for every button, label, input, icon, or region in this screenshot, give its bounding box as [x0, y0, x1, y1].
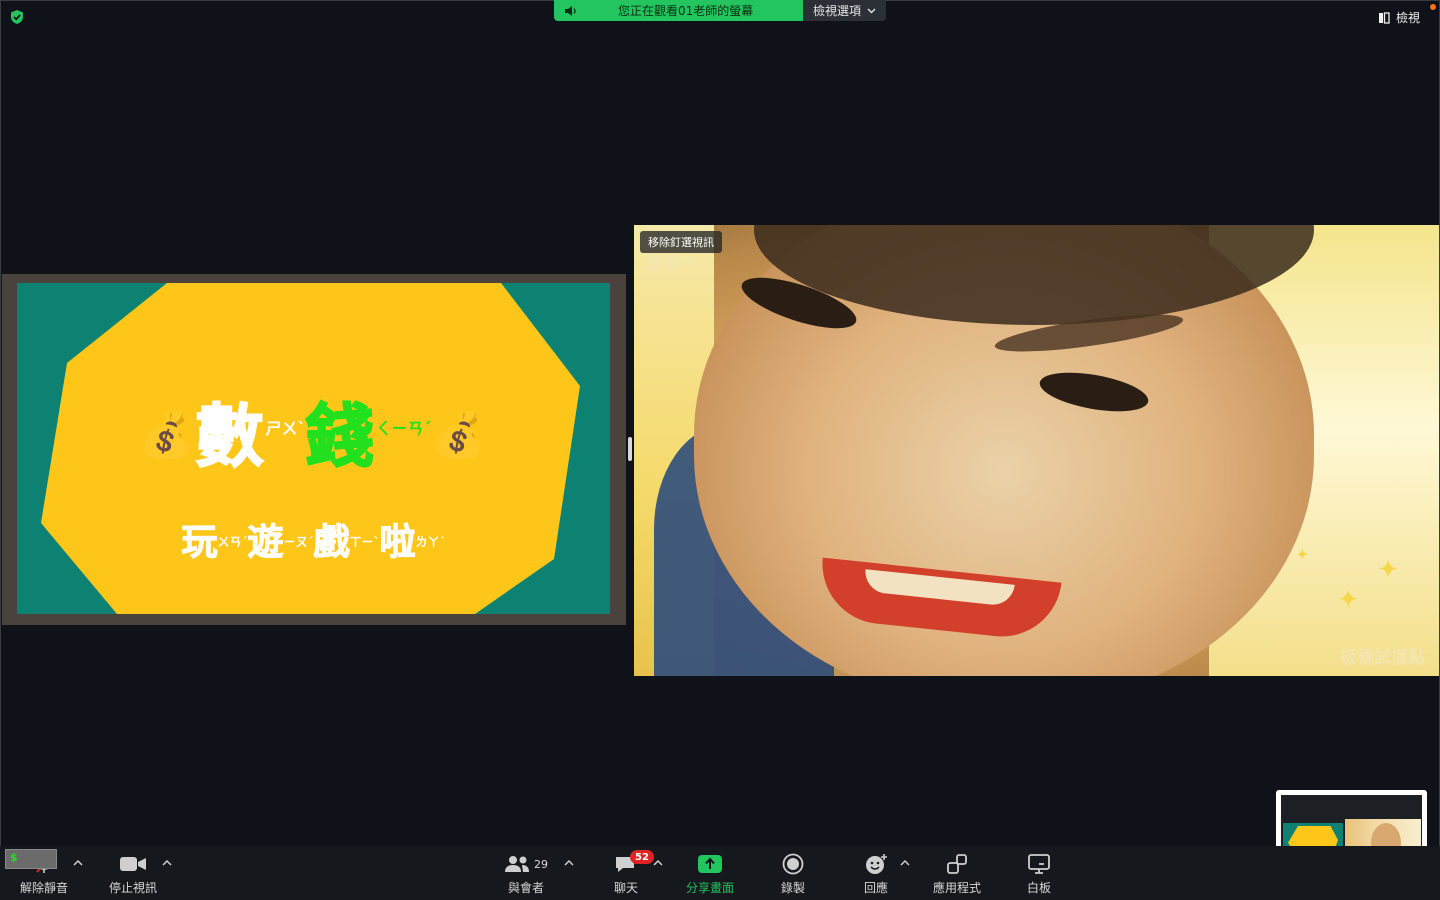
viewing-screen-text: 您正在觀看01老師的螢幕: [618, 4, 754, 18]
title-char-money: 錢: [304, 397, 376, 478]
sparkle-icon: ✦: [1337, 585, 1359, 615]
participants-count: 29: [534, 857, 548, 871]
subtitle-char: 啦: [379, 522, 416, 564]
sparkle-icon: ✦: [1295, 545, 1309, 564]
chevron-up-icon[interactable]: [899, 858, 911, 868]
reactions-button[interactable]: 回應: [864, 852, 888, 896]
stop-video-label: 停止視訊: [109, 881, 158, 895]
subtitle-char: 玩: [181, 522, 218, 564]
speaker-icon: [565, 5, 576, 16]
apps-button[interactable]: 應用程式: [933, 852, 981, 896]
view-layout-icon: [1378, 11, 1390, 24]
record-button[interactable]: 錄製: [781, 852, 805, 896]
video-camera-icon: [120, 857, 146, 871]
chevron-up-icon[interactable]: [161, 858, 173, 868]
screen-share-banner: 您正在觀看01老師的螢幕 檢視選項: [554, 0, 886, 21]
participants-label: 與會者: [507, 881, 544, 895]
sparkle-icon: ✦: [1377, 555, 1399, 585]
view-button[interactable]: 檢視: [1378, 9, 1420, 26]
money-bag-icon: 💰: [431, 410, 489, 461]
slide: 💰數ㄕㄨˋ錢ㄑㄧㄢˊ💰 玩ㄨㄢˊ遊ㄧㄡˊ戲ㄒㄧˋ啦ㄌㄚ˙: [17, 283, 610, 614]
chevron-up-icon[interactable]: [72, 858, 84, 868]
dollar-icon: $: [10, 851, 18, 864]
notification-dot: [1430, 4, 1436, 10]
subtitle-char: 戲: [313, 522, 350, 564]
chevron-up-icon[interactable]: [563, 858, 575, 868]
subtitle-ruby: ㄧㄡˊ: [283, 535, 314, 549]
unpin-video-button[interactable]: 移除釘選視訊: [640, 231, 722, 253]
chevron-up-icon[interactable]: [652, 858, 664, 868]
chevron-down-icon: [867, 8, 876, 13]
stop-video-button[interactable]: 停止視訊: [109, 852, 157, 896]
title-ruby-money: ㄑㄧㄢˊ: [375, 419, 432, 438]
video-watermark: 板橋試播點: [1340, 648, 1425, 668]
view-label: 檢視: [1395, 11, 1420, 25]
subtitle-ruby: ㄨㄢˊ: [217, 535, 248, 549]
view-options-button[interactable]: 檢視選項: [803, 0, 886, 21]
smiley-plus-icon: [866, 854, 887, 874]
whiteboard-label: 白板: [1027, 881, 1052, 895]
split-view-drag-handle[interactable]: [628, 437, 632, 461]
pinned-video[interactable]: 板橋大 ✦ ✦ ✦ 移除釘選視訊 板橋試播點: [634, 225, 1439, 676]
record-icon: [782, 853, 804, 875]
meeting-toolbar: 解除靜音 停止視訊 29 與會者 聊天 52 分享畫面 錄製 回應 應用程式 白…: [0, 846, 1440, 900]
participants-button[interactable]: 29 與會者: [504, 852, 548, 896]
record-label: 錄製: [781, 881, 806, 895]
share-screen-icon: [698, 855, 722, 873]
chat-label: 聊天: [614, 881, 639, 895]
subtitle-ruby: ㄌㄚ˙: [415, 535, 446, 549]
participants-icon: [505, 856, 529, 872]
apps-icon: [947, 854, 967, 874]
title-char-count: 數: [194, 397, 266, 478]
title-ruby-count: ㄕㄨˋ: [265, 419, 306, 438]
security-shield-icon[interactable]: [9, 9, 25, 25]
whiteboard-button[interactable]: 白板: [1027, 852, 1051, 896]
unmute-label: 解除靜音: [20, 881, 69, 895]
slide-subtitle: 玩ㄨㄢˊ遊ㄧㄡˊ戲ㄒㄧˋ啦ㄌㄚ˙: [17, 513, 610, 565]
subtitle-char: 遊: [247, 522, 284, 564]
share-screen-label: 分享畫面: [686, 881, 735, 895]
subtitle-ruby: ㄒㄧˋ: [349, 535, 380, 549]
apps-label: 應用程式: [933, 881, 982, 895]
shared-screen: 💰數ㄕㄨˋ錢ㄑㄧㄢˊ💰 玩ㄨㄢˊ遊ㄧㄡˊ戲ㄒㄧˋ啦ㄌㄚ˙: [2, 274, 626, 625]
view-options-label: 檢視選項: [812, 4, 861, 18]
minimized-window-preview[interactable]: $: [5, 849, 57, 869]
whiteboard-icon: [1028, 854, 1050, 874]
share-screen-button[interactable]: 分享畫面: [686, 852, 734, 896]
reactions-label: 回應: [864, 881, 889, 895]
viewing-screen-notice: 您正在觀看01老師的螢幕: [554, 0, 803, 21]
slide-title: 💰數ㄕㄨˋ錢ㄑㄧㄢˊ💰: [17, 381, 610, 480]
money-bag-icon: 💰: [138, 410, 196, 461]
chat-unread-badge: 52: [630, 850, 654, 864]
